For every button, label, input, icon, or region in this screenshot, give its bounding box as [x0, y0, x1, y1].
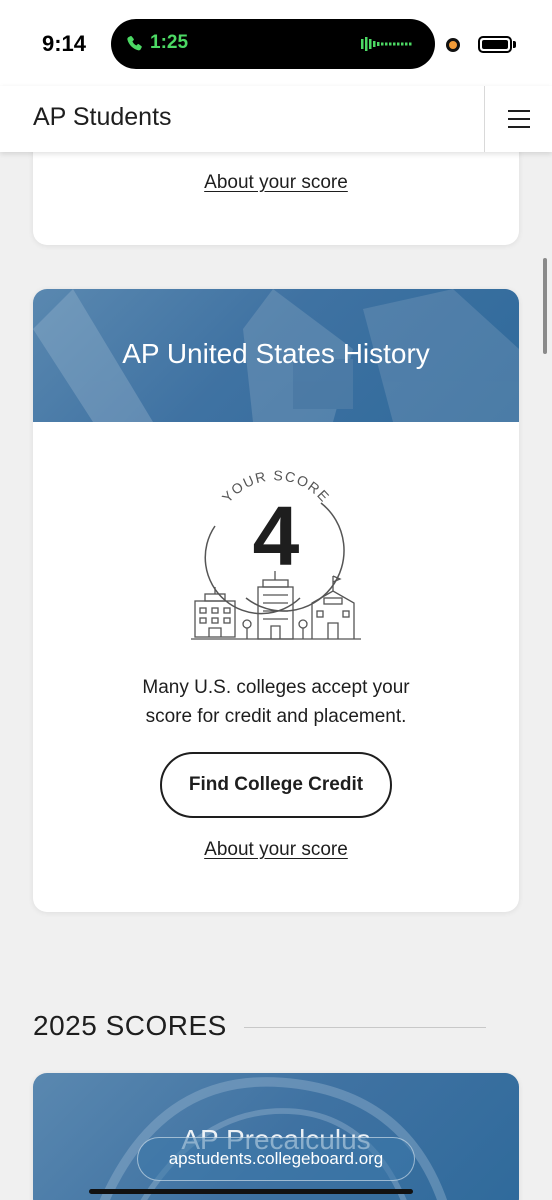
hamburger-menu-button[interactable] — [485, 86, 552, 152]
find-college-credit-button[interactable]: Find College Credit — [160, 752, 392, 818]
about-your-score-link[interactable]: About your score — [33, 839, 519, 861]
hamburger-menu-icon — [507, 110, 530, 112]
site-title[interactable]: AP Students — [33, 103, 172, 132]
battery-nub — [513, 41, 516, 48]
audio-waveform-icon — [361, 37, 412, 51]
ap-score-value: 4 — [252, 489, 300, 583]
call-duration: 1:25 — [150, 32, 189, 53]
phone-icon — [127, 35, 142, 51]
site-header: AP Students — [0, 86, 552, 152]
status-time: 9:14 — [42, 31, 87, 56]
battery-icon — [478, 36, 512, 53]
credit-message: Many U.S. colleges accept your score for… — [33, 673, 519, 731]
section-heading-2025-scores: 2025 SCORES — [33, 1010, 227, 1041]
browser-url-bar[interactable]: apstudents.collegeboard.org — [137, 1137, 415, 1181]
card-banner: AP United States History — [33, 289, 519, 422]
score-card-ap-us-history: AP United States History YOUR SCORE 4 Ma… — [33, 289, 519, 912]
scrollbar-thumb[interactable] — [543, 258, 547, 354]
home-indicator[interactable] — [89, 1189, 413, 1194]
about-your-score-link[interactable]: About your score — [33, 172, 519, 194]
credit-message-line-1: Many U.S. colleges accept your — [142, 677, 410, 698]
credit-message-line-2: score for credit and placement. — [145, 706, 407, 727]
dynamic-island-call[interactable]: 1:25 — [111, 19, 435, 69]
status-bar: 9:14 1:25 — [0, 0, 552, 86]
section-divider — [244, 1027, 486, 1028]
card-title: AP United States History — [122, 338, 430, 369]
camera-in-use-indicator — [446, 38, 460, 52]
